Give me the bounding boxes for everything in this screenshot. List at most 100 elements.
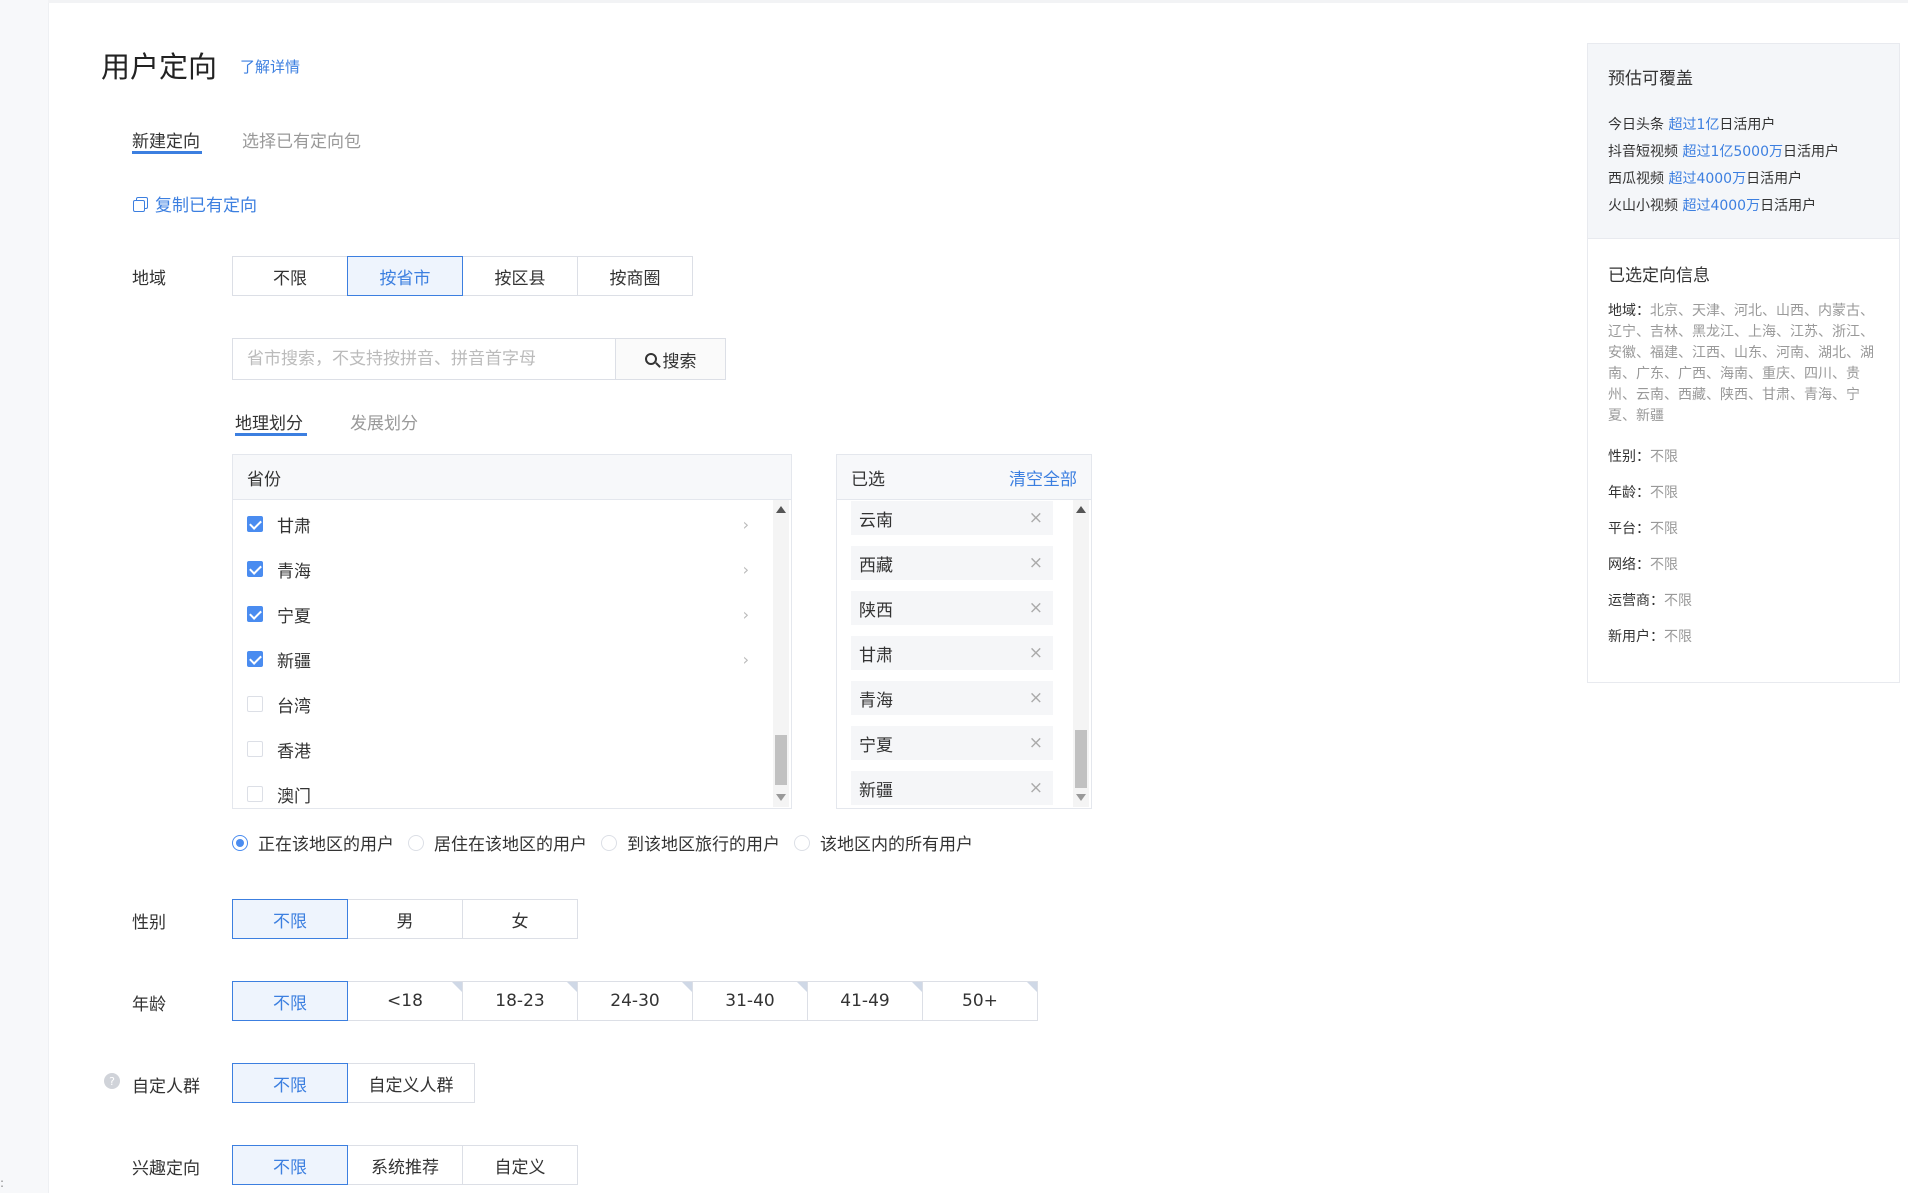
- province-row[interactable]: 香港: [247, 737, 761, 762]
- close-icon[interactable]: ×: [1029, 508, 1043, 528]
- scroll-up-icon[interactable]: [776, 506, 786, 513]
- region-search-button[interactable]: 搜索: [615, 339, 725, 379]
- coverage-row: 西瓜视频 超过4000万日活用户: [1608, 168, 1802, 188]
- subtab-development[interactable]: 发展划分: [350, 409, 418, 434]
- clear-all-button[interactable]: 清空全部: [1009, 465, 1077, 490]
- info-value: 不限: [1664, 593, 1692, 609]
- coverage-title: 预估可覆盖: [1608, 69, 1693, 89]
- region-search-input[interactable]: [233, 339, 615, 379]
- checkbox[interactable]: [247, 786, 263, 802]
- chevron-right-icon[interactable]: ›: [743, 650, 749, 669]
- age-option[interactable]: 41-49: [807, 981, 923, 1021]
- chevron-right-icon[interactable]: ›: [743, 560, 749, 579]
- age-option[interactable]: 18-23: [462, 981, 578, 1021]
- province-row[interactable]: 青海 ›: [247, 557, 761, 582]
- close-icon[interactable]: ×: [1029, 643, 1043, 663]
- learn-more-link[interactable]: 了解详情: [240, 56, 300, 77]
- gender-option-male[interactable]: 男: [347, 899, 463, 939]
- selected-chip: 西藏 ×: [851, 546, 1053, 580]
- province-row[interactable]: 甘肃 ›: [247, 512, 761, 537]
- province-name: 新疆: [277, 651, 311, 672]
- province-row[interactable]: 澳门: [247, 782, 761, 807]
- region-search-box: 搜索: [232, 338, 726, 380]
- radio-button[interactable]: [794, 834, 810, 851]
- age-options: 不限 <18 18-23 24-30 31-40 41-49 50+: [232, 981, 1038, 1021]
- province-row[interactable]: 宁夏 ›: [247, 602, 761, 627]
- radio-option[interactable]: 到该地区旅行的用户: [601, 830, 780, 855]
- corner-marker: [1027, 982, 1037, 992]
- tab-existing-package[interactable]: 选择已有定向包: [242, 127, 361, 152]
- help-icon[interactable]: ?: [104, 1073, 120, 1089]
- interest-option-recommended[interactable]: 系统推荐: [347, 1145, 463, 1185]
- province-row[interactable]: 新疆 ›: [247, 647, 761, 672]
- interest-option-unlimited[interactable]: 不限: [232, 1145, 348, 1185]
- province-panel: 省份 甘肃 › 青海 › 宁夏 › 新疆 › 台湾 香港 澳门: [232, 454, 792, 809]
- info-key: 年龄：: [1608, 485, 1650, 501]
- age-option[interactable]: 50+: [922, 981, 1038, 1021]
- checkbox[interactable]: [247, 696, 263, 712]
- subtab-geo[interactable]: 地理划分: [235, 409, 303, 434]
- checkbox[interactable]: [247, 561, 263, 577]
- region-option-province[interactable]: 按省市: [347, 256, 463, 296]
- region-option-county[interactable]: 按区县: [462, 256, 578, 296]
- province-name: 甘肃: [277, 516, 311, 537]
- province-name: 宁夏: [277, 606, 311, 627]
- scroll-down-icon[interactable]: [1076, 794, 1086, 801]
- info-key: 网络：: [1608, 557, 1650, 573]
- gender-option-unlimited[interactable]: 不限: [232, 899, 348, 939]
- chevron-right-icon[interactable]: ›: [743, 515, 749, 534]
- radio-option[interactable]: 居住在该地区的用户: [408, 830, 587, 855]
- info-value: 不限: [1650, 557, 1678, 573]
- coverage-value: 超过1亿: [1668, 117, 1720, 133]
- close-icon[interactable]: ×: [1029, 598, 1043, 618]
- radio-option[interactable]: 该地区内的所有用户: [794, 830, 973, 855]
- tab-active-underline: [132, 151, 202, 154]
- age-option-unlimited[interactable]: 不限: [232, 981, 348, 1021]
- custom-audience-option-custom[interactable]: 自定义人群: [347, 1063, 475, 1103]
- corner-marker: [912, 982, 922, 992]
- radio-button[interactable]: [408, 834, 424, 851]
- checkbox[interactable]: [247, 651, 263, 667]
- tab-new-targeting[interactable]: 新建定向: [132, 127, 200, 152]
- close-icon[interactable]: ×: [1029, 778, 1043, 798]
- selected-header-label: 已选: [851, 469, 885, 490]
- interest-options: 不限 系统推荐 自定义: [232, 1145, 578, 1185]
- scroll-up-icon[interactable]: [1076, 506, 1086, 513]
- region-option-unlimited[interactable]: 不限: [232, 256, 348, 296]
- scroll-thumb[interactable]: [775, 735, 787, 785]
- close-icon[interactable]: ×: [1029, 553, 1043, 573]
- checkbox[interactable]: [247, 516, 263, 532]
- age-option[interactable]: 31-40: [692, 981, 808, 1021]
- custom-audience-option-unlimited[interactable]: 不限: [232, 1063, 348, 1103]
- province-panel-header: 省份: [233, 455, 791, 500]
- selected-scrollbar[interactable]: [1073, 500, 1089, 807]
- radio-button[interactable]: [601, 834, 617, 851]
- region-option-business[interactable]: 按商圈: [577, 256, 693, 296]
- info-value: 不限: [1650, 449, 1678, 465]
- radio-button[interactable]: [232, 834, 248, 851]
- chevron-right-icon[interactable]: ›: [743, 605, 749, 624]
- checkbox[interactable]: [247, 606, 263, 622]
- search-icon: [644, 353, 657, 365]
- age-option[interactable]: <18: [347, 981, 463, 1021]
- scroll-down-icon[interactable]: [776, 794, 786, 801]
- corner-marker: [797, 982, 807, 992]
- selected-info-row: 年龄：不限: [1608, 482, 1678, 502]
- copy-icon: [133, 196, 148, 212]
- radio-option[interactable]: 正在该地区的用户: [232, 830, 394, 855]
- province-row[interactable]: 台湾: [247, 692, 761, 717]
- copy-existing-link[interactable]: 复制已有定向: [133, 191, 257, 216]
- province-scrollbar[interactable]: [773, 500, 789, 807]
- interest-option-custom[interactable]: 自定义: [462, 1145, 578, 1185]
- age-option-label: <18: [387, 991, 423, 1011]
- coverage-suffix: 日活用户: [1719, 117, 1776, 133]
- summary-card: 预估可覆盖 今日头条 超过1亿日活用户 抖音短视频 超过1亿5000万日活用户 …: [1587, 43, 1900, 683]
- close-icon[interactable]: ×: [1029, 688, 1043, 708]
- age-label: 年龄: [132, 995, 166, 1015]
- scroll-thumb[interactable]: [1075, 730, 1087, 788]
- close-icon[interactable]: ×: [1029, 733, 1043, 753]
- checkbox[interactable]: [247, 741, 263, 757]
- province-name: 台湾: [277, 696, 311, 717]
- age-option[interactable]: 24-30: [577, 981, 693, 1021]
- gender-option-female[interactable]: 女: [462, 899, 578, 939]
